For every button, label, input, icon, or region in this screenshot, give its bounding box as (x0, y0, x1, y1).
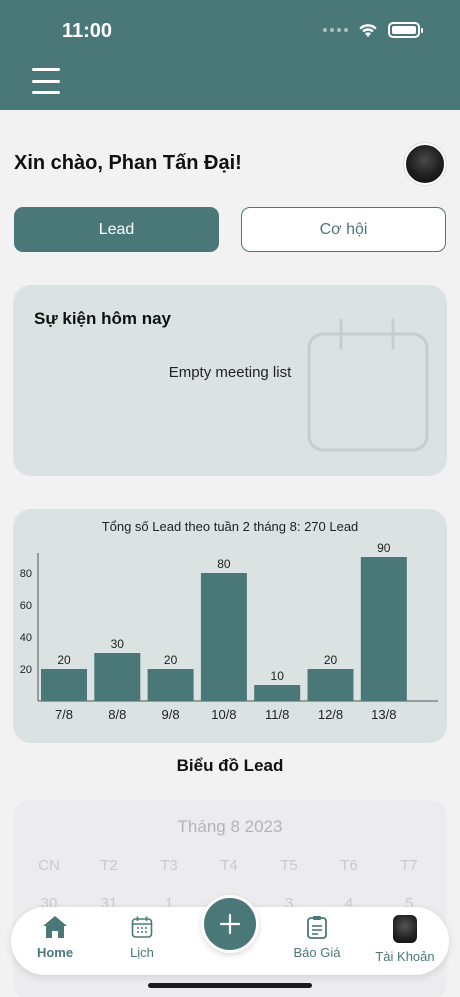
chart-bar[interactable] (307, 669, 354, 701)
events-title: Sự kiện hôm nay (34, 309, 172, 328)
weekday-label: T2 (100, 857, 118, 874)
calendar-tab-icon (131, 916, 153, 938)
weekday-label: T3 (160, 857, 178, 874)
home-indicator (148, 983, 312, 988)
chart-bar[interactable] (147, 669, 194, 701)
weekday-label: CN (38, 857, 60, 874)
tab-home[interactable]: Home (15, 915, 95, 960)
lead-bar-chart: 20 40 60 80 20 7/8 30 8/8 20 9/8 80 10/8 10 11/8 20 12/… (20, 541, 438, 722)
x-tick-label: 10/8 (211, 707, 236, 722)
battery-icon (388, 22, 423, 38)
cellular-signal-icon (323, 28, 348, 32)
greeting-text: Xin chào, Phan Tấn Đại! (14, 152, 242, 174)
chart-bar[interactable] (94, 653, 141, 701)
plus-icon (219, 913, 241, 935)
y-tick-label: 60 (20, 600, 32, 612)
wifi-icon (359, 24, 377, 37)
app-header: 11:00 (0, 0, 460, 110)
chart-bar[interactable] (41, 669, 87, 701)
lead-chart-card: Tổng số Lead theo tuần 2 tháng 8: 270 Le… (13, 509, 447, 743)
chart-bar[interactable] (254, 685, 301, 701)
bar-value-label: 80 (217, 557, 231, 571)
tab-tai-khoan[interactable]: Tài Khoản (365, 915, 445, 964)
weekday-label: T6 (340, 857, 358, 874)
user-avatar[interactable] (404, 143, 446, 185)
calendar-icon (307, 318, 429, 452)
events-today-card: Sự kiện hôm nay Empty meeting list (13, 285, 447, 476)
document-icon (307, 916, 327, 939)
x-tick-label: 12/8 (318, 707, 343, 722)
bar-value-label: 20 (164, 653, 178, 667)
x-tick-label: 9/8 (162, 707, 180, 722)
status-time: 11:00 (62, 20, 113, 42)
tab-lich[interactable]: Lịch (102, 915, 182, 960)
tab-home-label: Home (36, 945, 74, 960)
account-avatar-icon (393, 915, 417, 943)
tab-lich-label: Lịch (130, 945, 154, 960)
y-tick-label: 40 (20, 632, 32, 644)
status-icons (323, 22, 423, 38)
y-tick-label: 80 (20, 568, 32, 580)
y-tick-label: 20 (20, 664, 32, 676)
weekday-label: T5 (280, 857, 298, 874)
weekday-label: T4 (220, 857, 238, 874)
co-hoi-tab-button[interactable]: Cơ hội (241, 207, 446, 252)
x-tick-label: 7/8 (55, 707, 73, 722)
chart-bar[interactable] (200, 573, 247, 701)
weekday-label: T7 (400, 857, 418, 874)
lead-tab-button[interactable]: Lead (14, 207, 219, 252)
x-tick-label: 11/8 (265, 707, 289, 722)
tab-bao-gia-label: Báo Giá (293, 945, 341, 960)
bar-value-label: 10 (271, 669, 285, 683)
home-icon (43, 916, 67, 938)
x-tick-label: 13/8 (371, 707, 396, 722)
bar-value-label: 90 (377, 541, 391, 555)
tab-tai-khoan-label: Tài Khoản (375, 949, 435, 964)
bar-value-label: 30 (111, 637, 125, 651)
menu-button[interactable] (32, 68, 60, 94)
add-button[interactable] (201, 895, 259, 953)
calendar-month: Tháng 8 2023 (177, 817, 283, 836)
chart-bar[interactable] (360, 557, 407, 701)
tab-bao-gia[interactable]: Báo Giá (277, 915, 357, 960)
x-tick-label: 8/8 (108, 707, 126, 722)
chart-caption: Biểu đồ Lead (176, 756, 284, 775)
bar-value-label: 20 (324, 653, 338, 667)
bar-value-label: 20 (57, 653, 71, 667)
